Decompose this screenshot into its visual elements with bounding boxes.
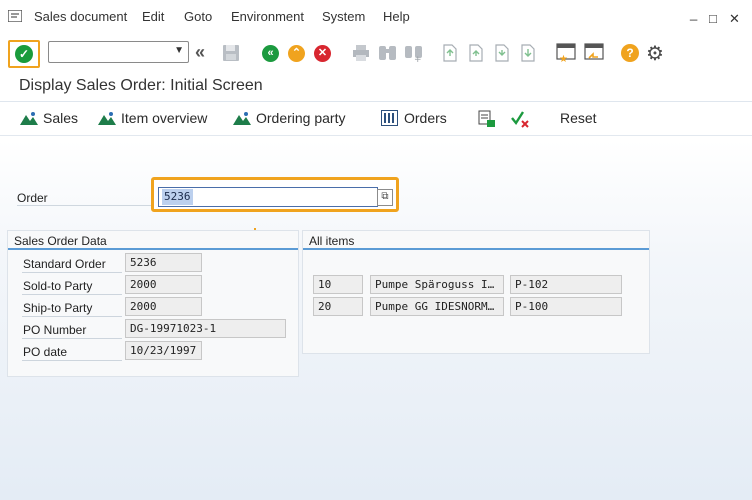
next-page-icon[interactable]: [494, 44, 510, 62]
mountain-icon: [98, 112, 116, 125]
group-title: Sales Order Data: [14, 234, 107, 248]
print-icon[interactable]: [352, 45, 370, 61]
po-date-label: PO date: [23, 345, 68, 359]
back-icon[interactable]: «: [262, 45, 279, 62]
cancel-icon[interactable]: ✕: [314, 45, 331, 62]
close-window-button[interactable]: ✕: [729, 11, 740, 27]
item-number-field: 10: [313, 275, 363, 294]
last-page-icon[interactable]: [520, 44, 536, 62]
menu-environment[interactable]: Environment: [231, 9, 304, 24]
sales-button[interactable]: Sales: [43, 110, 78, 126]
menu-icon[interactable]: [8, 10, 22, 22]
mountain-icon: [20, 112, 38, 125]
item-description-field: Pumpe GG IDESNORM…: [370, 297, 504, 316]
reset-button[interactable]: Reset: [560, 110, 597, 126]
page-title: Display Sales Order: Initial Screen: [19, 77, 263, 94]
order-input[interactable]: 5236: [158, 187, 378, 207]
label-underline: [22, 316, 122, 317]
menu-goto[interactable]: Goto: [184, 9, 212, 24]
po-number-field: DG-19971023-1: [125, 319, 286, 338]
mountain-icon: [233, 112, 251, 125]
find-icon[interactable]: [378, 44, 398, 62]
item-overview-button[interactable]: Item overview: [121, 110, 207, 126]
item-description-field: Pumpe Späroguss I…: [370, 275, 504, 294]
app-toolbar-divider: [0, 135, 752, 136]
save-icon[interactable]: [222, 44, 240, 62]
ship-to-party-field: 2000: [125, 297, 202, 316]
item-material-field: P-102: [510, 275, 622, 294]
standard-toolbar: ✓ ▼ « « ⌃ ✕ + ★ ? ⚙: [0, 34, 752, 72]
create-session-icon[interactable]: ★: [556, 43, 576, 63]
item-number-field: 20: [313, 297, 363, 316]
svg-text:+: +: [414, 55, 422, 62]
first-page-icon[interactable]: [442, 44, 458, 62]
sold-to-party-field: 2000: [125, 275, 202, 294]
order-label: Order: [17, 191, 48, 205]
label-underline: [22, 360, 122, 361]
standard-order-field: 5236: [125, 253, 202, 272]
chevron-down-icon[interactable]: ▼: [174, 45, 184, 56]
double-chevron-left-icon[interactable]: «: [195, 42, 205, 63]
exit-icon[interactable]: ⌃: [288, 45, 305, 62]
previous-page-icon[interactable]: [468, 44, 484, 62]
command-field[interactable]: ▼: [48, 41, 189, 63]
check-status-icon[interactable]: [510, 110, 530, 128]
po-date-field: 10/23/1997: [125, 341, 202, 360]
menu-bar: Sales document Edit Goto Environment Sys…: [0, 0, 752, 32]
standard-order-label: Standard Order: [23, 257, 106, 271]
title-divider: [0, 101, 752, 102]
minimize-button[interactable]: _: [690, 6, 697, 21]
orders-button[interactable]: Orders: [404, 110, 447, 126]
label-underline: [22, 272, 122, 273]
po-number-label: PO Number: [23, 323, 87, 337]
help-icon[interactable]: ?: [621, 44, 639, 62]
find-next-icon[interactable]: +: [404, 44, 424, 62]
menu-sales-document[interactable]: Sales document: [34, 9, 127, 24]
group-title-rule: [303, 248, 649, 250]
gear-icon[interactable]: ⚙: [646, 41, 664, 66]
ship-to-party-label: Ship-to Party: [23, 301, 93, 315]
maximize-button[interactable]: □: [709, 11, 717, 26]
menu-system[interactable]: System: [322, 9, 365, 24]
orders-list-icon: [381, 110, 398, 126]
checkmark-icon: ✓: [15, 45, 33, 63]
svg-text:★: ★: [559, 54, 568, 63]
ordering-party-button[interactable]: Ordering party: [256, 110, 345, 126]
menu-help[interactable]: Help: [383, 9, 410, 24]
group-title-rule: [8, 248, 298, 250]
document-flow-icon[interactable]: [478, 110, 496, 128]
order-label-underline: [17, 205, 157, 206]
order-input-value: 5236: [162, 189, 193, 205]
enter-button[interactable]: ✓: [8, 40, 40, 68]
value-help-icon[interactable]: ⧉: [377, 189, 393, 206]
generate-shortcut-icon[interactable]: [584, 43, 604, 63]
label-underline: [22, 294, 122, 295]
group-title: All items: [309, 234, 355, 248]
item-material-field: P-100: [510, 297, 622, 316]
sold-to-party-label: Sold-to Party: [23, 279, 93, 293]
menu-edit[interactable]: Edit: [142, 9, 164, 24]
label-underline: [22, 338, 122, 339]
